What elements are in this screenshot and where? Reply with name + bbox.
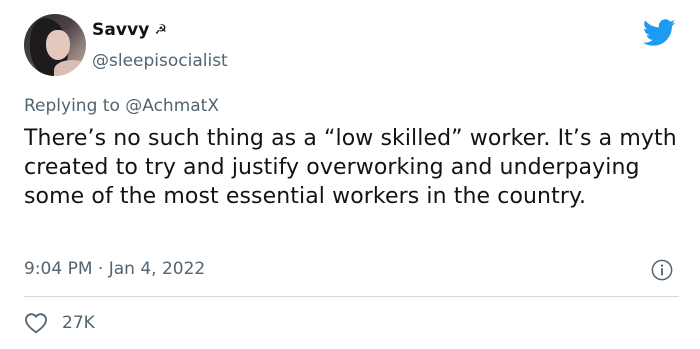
avatar[interactable] xyxy=(24,14,86,76)
hammer-sickle-icon: ☭ xyxy=(154,22,168,38)
like-button[interactable]: 27K xyxy=(24,312,95,334)
tweet-date[interactable]: Jan 4, 2022 xyxy=(109,259,206,279)
tweet-card: Savvy ☭ @sleepisocialist Replying to @Ac… xyxy=(0,0,700,349)
tweet-text: There’s no such thing as a “low skilled”… xyxy=(24,126,677,209)
reply-handle-link[interactable]: @AchmatX xyxy=(125,96,219,116)
heart-icon xyxy=(25,313,47,334)
avatar-shoulder xyxy=(54,60,86,76)
replying-to: Replying to @AchmatX xyxy=(24,96,219,116)
replying-prefix: Replying to xyxy=(24,96,120,116)
display-name: Savvy xyxy=(92,20,150,40)
info-icon[interactable] xyxy=(651,259,673,281)
tweet-time[interactable]: 9:04 PM xyxy=(24,259,93,279)
divider xyxy=(24,296,679,297)
timestamp-separator: · xyxy=(92,259,109,279)
like-count: 27K xyxy=(62,313,95,333)
twitter-bird-icon[interactable] xyxy=(643,19,676,47)
display-name-row[interactable]: Savvy ☭ xyxy=(92,20,167,40)
avatar-face xyxy=(46,30,70,60)
timestamp-row: 9:04 PM · Jan 4, 2022 xyxy=(24,259,205,279)
user-handle[interactable]: @sleepisocialist xyxy=(92,51,228,71)
